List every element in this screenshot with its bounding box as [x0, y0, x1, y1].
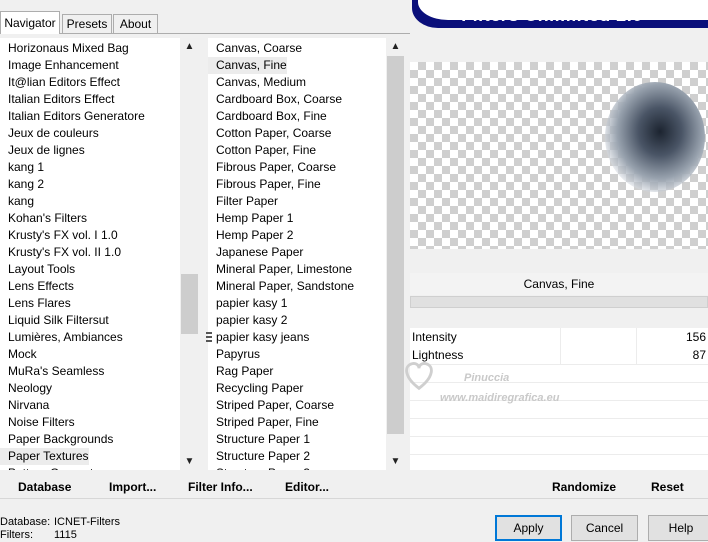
list-item[interactable]: Hemp Paper 1 [208, 210, 293, 227]
list-item[interactable]: Italian Editors Generatore [0, 108, 145, 125]
status-value: ICNET-Filters [54, 516, 120, 528]
list-item[interactable]: Filter Paper [208, 193, 278, 210]
list-item[interactable]: Hemp Paper 2 [208, 227, 293, 244]
list-item[interactable]: Image Enhancement [0, 57, 119, 74]
preview-thumbnail [605, 82, 705, 192]
watermark-name: Pinuccia [464, 372, 510, 384]
tab-strip-line [0, 33, 410, 34]
import-button[interactable]: Import... [109, 478, 156, 496]
category-scroll-thumb[interactable] [181, 274, 198, 334]
list-item[interactable]: Mineral Paper, Sandstone [208, 278, 354, 295]
list-item[interactable]: papier kasy 2 [208, 312, 287, 329]
list-item[interactable]: Lens Effects [0, 278, 74, 295]
watermark-url: www.maidiregrafica.eu [440, 392, 560, 404]
list-item[interactable]: kang [0, 193, 34, 210]
list-item[interactable]: Striped Paper, Fine [208, 414, 319, 431]
randomize-button[interactable]: Randomize [552, 478, 616, 496]
preview-top-gap [410, 38, 708, 62]
scroll-down-icon[interactable]: ▼ [181, 453, 198, 470]
list-item[interactable]: Cardboard Box, Coarse [208, 91, 342, 108]
list-item[interactable]: Structure Paper 3 [208, 465, 310, 470]
list-item[interactable]: Fibrous Paper, Fine [208, 176, 321, 193]
scroll-down-icon[interactable]: ▼ [387, 453, 404, 470]
status-database: Database: ICNET-Filters [0, 516, 120, 529]
list-item[interactable]: Structure Paper 1 [208, 431, 310, 448]
list-item[interactable]: Paper Backgrounds [0, 431, 113, 448]
list-item[interactable]: Lumières, Ambiances [0, 329, 123, 346]
list-item[interactable]: Noise Filters [0, 414, 75, 431]
list-item[interactable]: Rag Paper [208, 363, 273, 380]
app-title: Filters Unlimited 2.0 [462, 5, 644, 25]
list-item[interactable]: kang 1 [0, 159, 44, 176]
list-item[interactable]: Cotton Paper, Fine [208, 142, 316, 159]
list-item[interactable]: Canvas, Coarse [208, 40, 302, 57]
list-item[interactable]: Nirvana [0, 397, 49, 414]
list-item[interactable]: Cardboard Box, Fine [208, 108, 327, 125]
category-list[interactable]: Horizonaus Mixed Bag Image Enhancement It@… [0, 38, 180, 470]
param-label: Intensity [412, 330, 457, 344]
tab-presets[interactable]: Presets [62, 14, 112, 33]
list-item[interactable]: kang 2 [0, 176, 44, 193]
apply-button[interactable]: Apply [495, 515, 562, 541]
list-item[interactable]: Layout Tools [0, 261, 75, 278]
param-row-lightness[interactable]: Lightness 87 [410, 346, 708, 364]
status-value: 1115 [54, 529, 77, 541]
help-button[interactable]: Help [648, 515, 708, 541]
watermark: Pinuccia www.maidiregrafica.eu [405, 361, 610, 412]
status-filters: Filters: 1115 [0, 529, 77, 542]
list-item[interactable]: papier kasy 1 [208, 295, 287, 312]
list-item[interactable]: Liquid Silk Filtersut [0, 312, 109, 329]
list-item[interactable]: Krusty's FX vol. I 1.0 [0, 227, 118, 244]
list-item[interactable]: Japanese Paper [208, 244, 303, 261]
heart-logo-icon [405, 361, 433, 391]
filter-scrollbar[interactable]: ▲ ▼ [387, 38, 404, 470]
database-button[interactable]: Database [18, 478, 71, 496]
list-item[interactable]: Paper Textures [0, 448, 89, 465]
cancel-button[interactable]: Cancel [571, 515, 638, 541]
list-item[interactable]: Canvas, Fine [208, 57, 287, 74]
list-item[interactable]: Canvas, Medium [208, 74, 306, 91]
reset-button[interactable]: Reset [651, 478, 684, 496]
list-item[interactable]: Kohan's Filters [0, 210, 87, 227]
param-value: 87 [692, 348, 706, 362]
list-item[interactable]: Italian Editors Effect [0, 91, 115, 108]
list-item[interactable]: Fibrous Paper, Coarse [208, 159, 336, 176]
list-item[interactable]: It@lian Editors Effect [0, 74, 120, 91]
tab-about[interactable]: About [113, 14, 158, 33]
list-item[interactable]: Pattern Generators [0, 465, 110, 470]
divider [0, 498, 708, 499]
control-slider[interactable] [410, 296, 708, 308]
scroll-up-icon[interactable]: ▲ [181, 38, 198, 55]
filter-name-label: Canvas, Fine [410, 273, 708, 295]
param-value: 156 [685, 330, 706, 344]
list-item[interactable]: Jeux de lignes [0, 142, 85, 159]
status-label: Filters: [0, 529, 33, 541]
list-item[interactable]: Cotton Paper, Coarse [208, 125, 331, 142]
preview-image [410, 62, 708, 249]
category-scrollbar[interactable]: ▲ ▼ [181, 38, 198, 470]
list-item[interactable]: Structure Paper 2 [208, 448, 310, 465]
list-item[interactable]: Striped Paper, Coarse [208, 397, 334, 414]
list-item[interactable]: Recycling Paper [208, 380, 303, 397]
filter-list[interactable]: Canvas, Coarse Canvas, Fine Canvas, Medium… [208, 38, 386, 470]
editor-button[interactable]: Editor... [285, 478, 329, 496]
list-item[interactable]: Papyrus [208, 346, 260, 363]
list-item[interactable]: Neology [0, 380, 52, 397]
status-label: Database: [0, 516, 51, 528]
param-row-intensity[interactable]: Intensity 156 [410, 328, 708, 346]
list-item[interactable]: Lens Flares [0, 295, 71, 312]
list-item[interactable]: papier kasy jeans [208, 329, 309, 346]
list-item[interactable]: Horizonaus Mixed Bag [0, 40, 129, 57]
filter-info-button[interactable]: Filter Info... [188, 478, 253, 496]
list-item[interactable]: Mineral Paper, Limestone [208, 261, 352, 278]
list-item[interactable]: Mock [0, 346, 37, 363]
list-item[interactable]: Jeux de couleurs [0, 125, 99, 142]
scroll-up-icon[interactable]: ▲ [387, 38, 404, 55]
tab-navigator[interactable]: Navigator [0, 11, 60, 34]
list-grip-icon [206, 331, 212, 343]
list-item[interactable]: MuRa's Seamless [0, 363, 104, 380]
list-item[interactable]: Krusty's FX vol. II 1.0 [0, 244, 121, 261]
